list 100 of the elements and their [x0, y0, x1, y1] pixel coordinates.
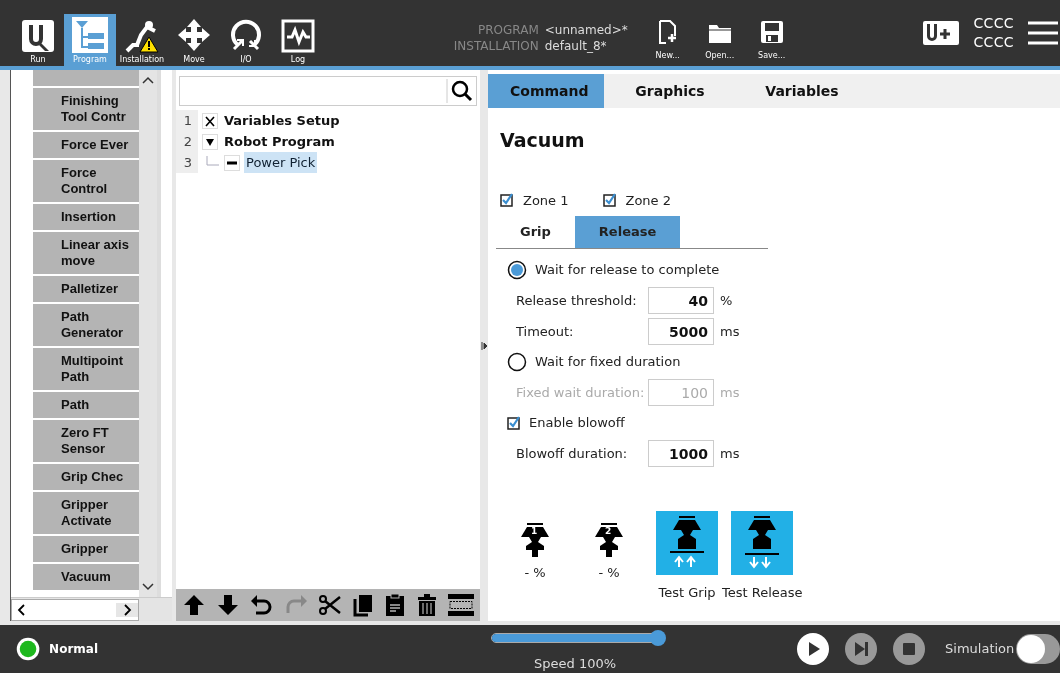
checkbox[interactable]: [507, 416, 521, 430]
number-field[interactable]: 5000: [648, 318, 714, 345]
nav-tab-label: I/O: [240, 55, 252, 65]
node-list-item[interactable]: Gripper Activate: [33, 492, 139, 534]
field-label: Fixed wait duration:: [516, 383, 646, 402]
unit-label: ms: [720, 322, 740, 341]
node-list-item[interactable]: Insertion: [33, 204, 139, 230]
test-label: Test Release: [722, 584, 803, 602]
unit-label: ms: [720, 444, 740, 463]
number-field[interactable]: 40: [648, 287, 714, 314]
status-label: Normal: [49, 641, 99, 658]
test-label: Test Grip: [658, 584, 716, 602]
speed-label: Speed 100%: [534, 655, 617, 673]
installation-name: default_8*: [544, 38, 608, 54]
panel-tab[interactable]: Variables: [736, 74, 868, 108]
ur-plus-logo-icon: [923, 21, 960, 45]
chevron-up-icon[interactable]: [142, 76, 154, 84]
suction-cup-icon: [519, 523, 551, 559]
number-field[interactable]: 1000: [648, 440, 714, 467]
nav-tab-label: Move: [183, 55, 205, 65]
node-list-item[interactable]: Force Ever: [33, 132, 139, 158]
folder-icon: [707, 22, 732, 44]
vacuum-reading: - %: [524, 564, 546, 582]
checkbox-label: Zone 1: [523, 191, 569, 210]
new-file-icon: [657, 20, 678, 44]
horizontal-scrollbar[interactable]: [11, 598, 139, 621]
field-label: Release threshold:: [516, 291, 638, 310]
panel-tab[interactable]: Command: [488, 74, 604, 108]
step-forward-icon[interactable]: [845, 633, 878, 665]
node-list-item[interactable]: Finishing Tool Contr: [33, 88, 139, 130]
waveform-log-icon: [281, 19, 315, 53]
node-list-item[interactable]: Multipoint Path: [33, 348, 139, 390]
node-list-item[interactable]: Path: [33, 392, 139, 418]
command-title: Vacuum: [500, 128, 586, 153]
tree-node[interactable]: Variables Setup: [222, 110, 342, 131]
chevron-down-icon[interactable]: [142, 583, 154, 591]
nav-tab[interactable]: I/O: [220, 14, 272, 66]
clipboard-icon[interactable]: [384, 593, 406, 617]
file-button[interactable]: Save...: [749, 20, 794, 62]
play-icon[interactable]: [797, 633, 830, 665]
line-number: 3: [176, 152, 198, 173]
search-field[interactable]: [179, 76, 477, 106]
field-label: Timeout:: [516, 322, 575, 341]
speed-slider-thumb[interactable]: [650, 630, 667, 647]
sub-tab[interactable]: Release: [574, 216, 681, 248]
tree-node[interactable]: Robot Program: [222, 131, 337, 152]
arrow-down-icon[interactable]: [216, 593, 240, 617]
node-list-item[interactable]: Palletizer: [33, 276, 139, 302]
vacuum-reading: - %: [598, 564, 620, 582]
zone-number: 2: [605, 526, 612, 536]
radio-button[interactable]: [507, 352, 527, 372]
radio-button[interactable]: [507, 260, 527, 280]
nav-tab[interactable]: Log: [272, 14, 324, 66]
collapse-minus-icon[interactable]: [224, 154, 240, 171]
simulation-toggle[interactable]: [1016, 634, 1060, 664]
test-button[interactable]: [731, 511, 794, 575]
unit-label: ms: [720, 383, 740, 402]
node-list-item[interactable]: Force Control: [33, 160, 139, 202]
node-list-item[interactable]: Linear axis move: [33, 232, 139, 274]
copy-icon[interactable]: [352, 593, 374, 617]
scissors-icon[interactable]: [318, 593, 342, 617]
node-list-item[interactable]: Grip Chec: [33, 464, 139, 490]
line-number: 2: [176, 131, 198, 152]
four-arrows-icon: [176, 17, 212, 53]
checkbox[interactable]: [500, 193, 514, 208]
node-list-item[interactable]: Zero FT Sensor: [33, 420, 139, 462]
option-label: Enable blowoff: [529, 414, 625, 433]
vertical-scrollbar[interactable]: [139, 70, 161, 597]
test-button[interactable]: [656, 511, 718, 575]
field-label: Blowoff duration:: [516, 444, 629, 463]
panel-tab[interactable]: Graphics: [604, 74, 736, 108]
file-button[interactable]: Open...: [697, 22, 742, 62]
program-name: <unnamed>*: [544, 22, 628, 38]
user-initials: CCCC: [973, 14, 1014, 33]
checkbox-label: Zone 2: [625, 191, 671, 210]
installation-label: INSTALLATION: [453, 38, 539, 54]
trash-icon[interactable]: [416, 593, 438, 617]
option-label: Wait for release to complete: [535, 261, 720, 280]
unit-label: %: [720, 291, 733, 310]
tree-node[interactable]: Power Pick: [244, 152, 318, 173]
node-list-item[interactable]: Path Generator: [33, 304, 139, 346]
nav-tab-label: Log: [290, 55, 306, 65]
ur-logo-icon: [21, 19, 55, 53]
nav-tab[interactable]: Run: [12, 14, 64, 66]
variables-icon[interactable]: [202, 112, 218, 129]
nav-tab[interactable]: Installation: [116, 14, 168, 66]
menu-icon[interactable]: [1028, 21, 1058, 45]
arrow-up-icon[interactable]: [182, 593, 206, 617]
suction-cup-down-arrows-icon: [743, 515, 782, 571]
nav-tab[interactable]: Move: [168, 14, 220, 66]
splitter-handle-icon[interactable]: [480, 339, 488, 352]
program-label: PROGRAM: [478, 22, 539, 38]
stop-icon[interactable]: [893, 633, 926, 665]
suppress-line-icon[interactable]: [448, 593, 474, 617]
file-button[interactable]: New...: [645, 20, 690, 62]
node-list-item[interactable]: Vacuum: [33, 564, 139, 590]
node-list-item[interactable]: Gripper: [33, 536, 139, 562]
chevron-right-icon[interactable]: [116, 602, 138, 617]
checkbox[interactable]: [602, 193, 617, 208]
undo-icon[interactable]: [250, 593, 274, 617]
